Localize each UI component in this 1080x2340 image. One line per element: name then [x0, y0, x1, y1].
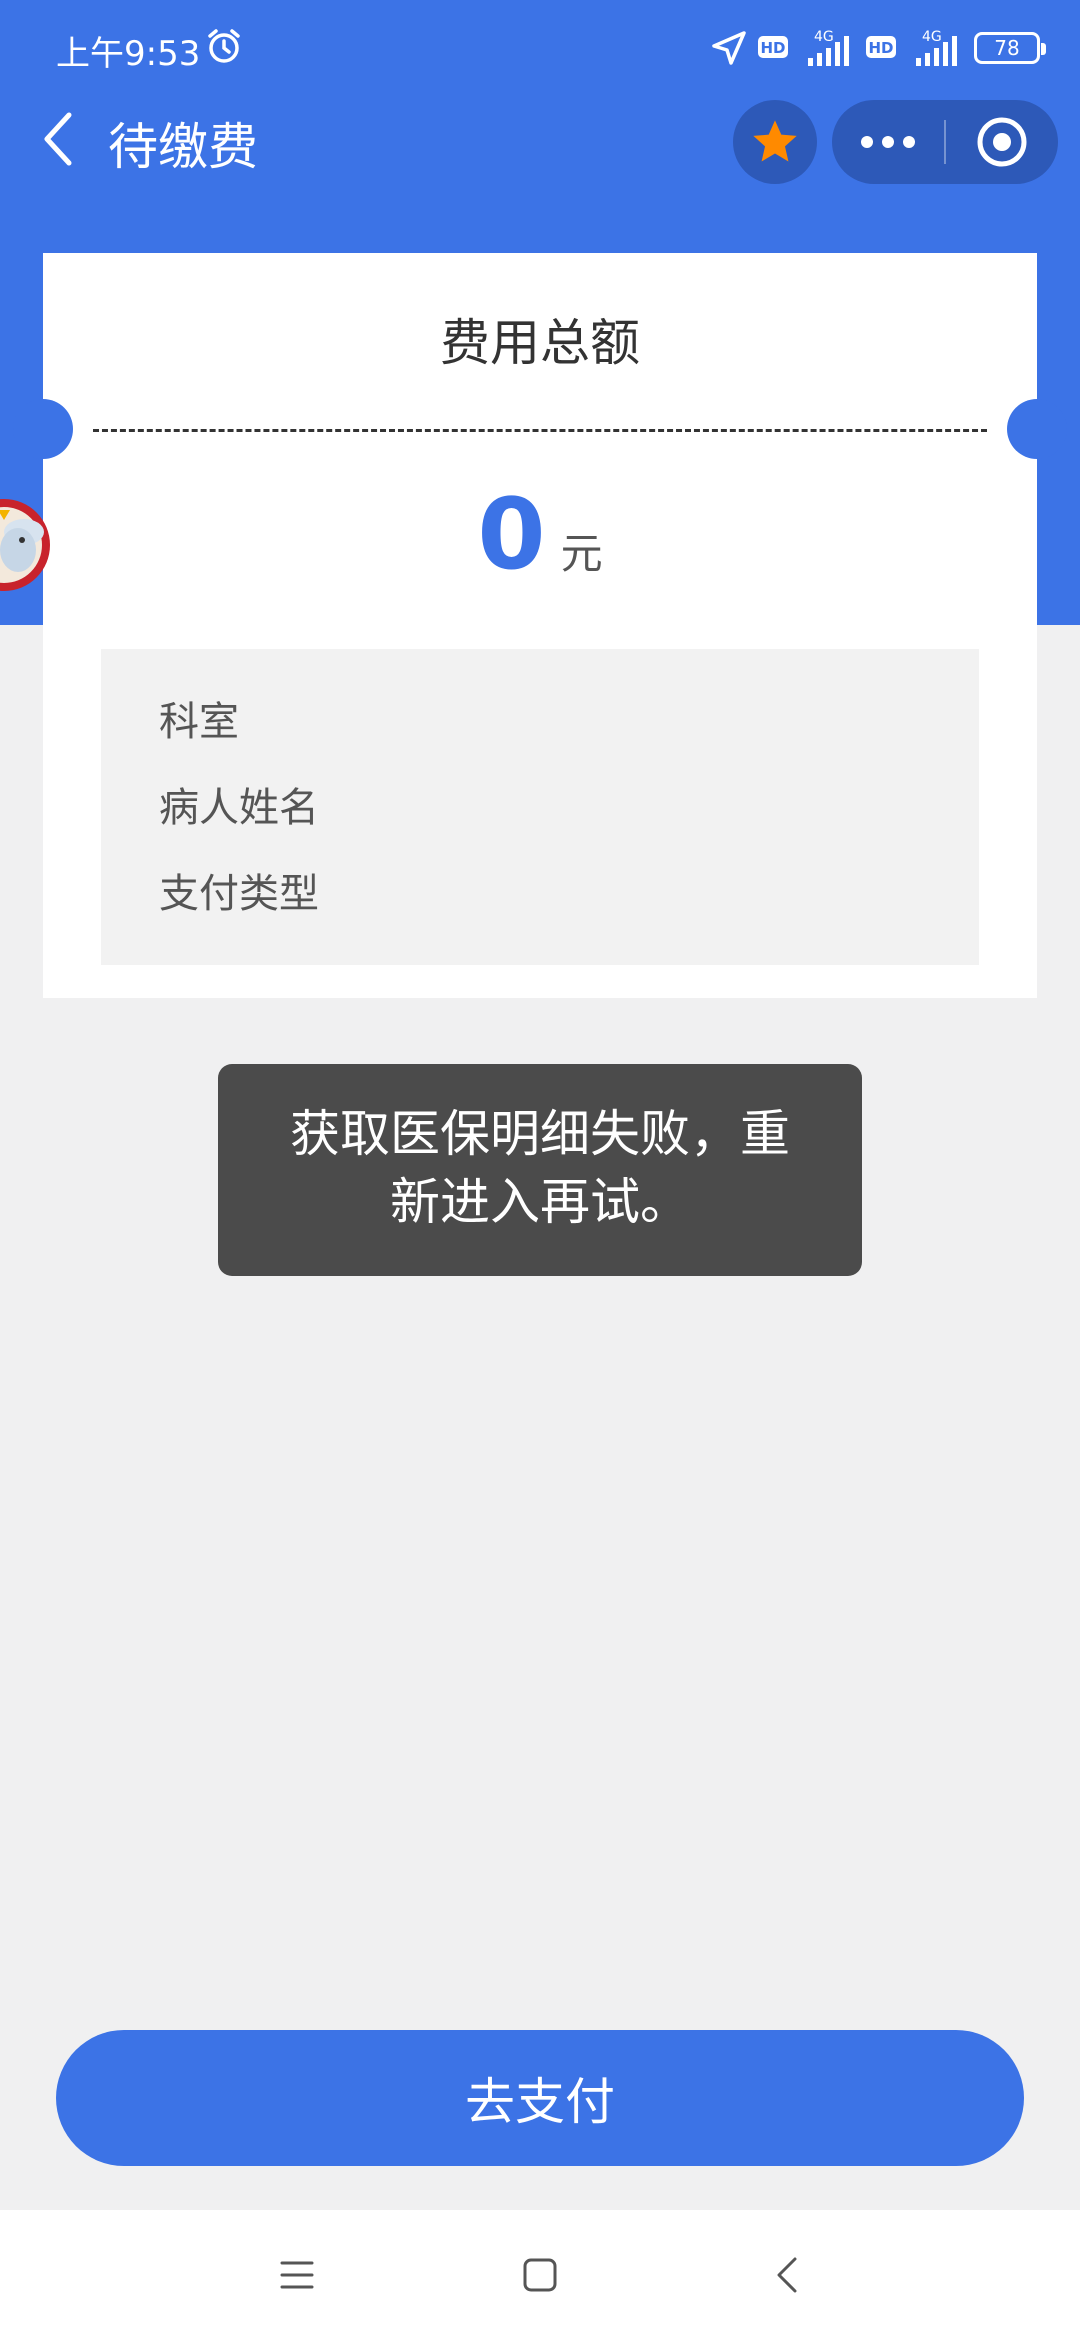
- fee-amount: 0 元: [43, 478, 1037, 592]
- alarm-icon: [208, 29, 240, 63]
- favorite-button[interactable]: [733, 100, 817, 184]
- close-button[interactable]: [946, 100, 1058, 184]
- page-title: 待缴费: [108, 118, 258, 176]
- battery-icon: 78: [974, 32, 1046, 64]
- back-arrow-icon: [44, 112, 72, 166]
- signal-icon: HD 4G: [758, 29, 849, 66]
- info-row-patient-name: 病人姓名: [159, 785, 319, 831]
- info-row-department: 科室: [159, 699, 239, 745]
- info-row-payment-type: 支付类型: [159, 871, 319, 917]
- menu-icon: [280, 2261, 314, 2289]
- star-icon: [753, 120, 797, 162]
- back-button[interactable]: [28, 109, 88, 169]
- nav-bar: 待缴费: [0, 95, 1080, 190]
- status-icons: HD 4G HD 4G 78: [710, 26, 1046, 70]
- status-bar: 上午9:53 HD 4G HD 4G 78: [0, 0, 1080, 95]
- svg-text:HD: HD: [760, 39, 785, 57]
- card-notch-left: [13, 399, 73, 459]
- more-icon: [861, 136, 915, 148]
- close-target-icon: [977, 117, 1027, 167]
- dashed-divider: [93, 429, 987, 432]
- error-toast: 获取医保明细失败，重新进入再试。: [218, 1064, 862, 1276]
- status-time: 上午9:53: [56, 34, 201, 74]
- svg-text:4G: 4G: [814, 29, 834, 45]
- more-button[interactable]: [832, 100, 944, 184]
- system-nav-bar: [0, 2210, 1080, 2340]
- amount-value: 0: [477, 478, 546, 592]
- amount-unit: 元: [560, 529, 603, 578]
- menu-button[interactable]: [267, 2245, 327, 2305]
- svg-text:4G: 4G: [922, 29, 942, 45]
- fee-card: 费用总额 0 元 科室 病人姓名 支付类型: [13, 253, 1067, 998]
- signal-icon-2: HD 4G: [866, 29, 957, 66]
- card-notch-right: [1007, 399, 1067, 459]
- back-icon: [777, 2257, 797, 2293]
- location-icon: [712, 31, 746, 65]
- home-button[interactable]: [510, 2245, 570, 2305]
- fee-info-box: 科室 病人姓名 支付类型: [101, 649, 979, 965]
- floating-mascot-icon[interactable]: [0, 470, 70, 620]
- home-icon: [523, 2258, 557, 2292]
- svg-text:HD: HD: [868, 39, 893, 57]
- fee-total-title: 费用总额: [440, 314, 640, 372]
- system-back-button[interactable]: [757, 2245, 817, 2305]
- battery-level: 78: [994, 36, 1020, 60]
- pay-button[interactable]: 去支付: [56, 2030, 1024, 2166]
- miniprogram-capsule: [832, 100, 1058, 184]
